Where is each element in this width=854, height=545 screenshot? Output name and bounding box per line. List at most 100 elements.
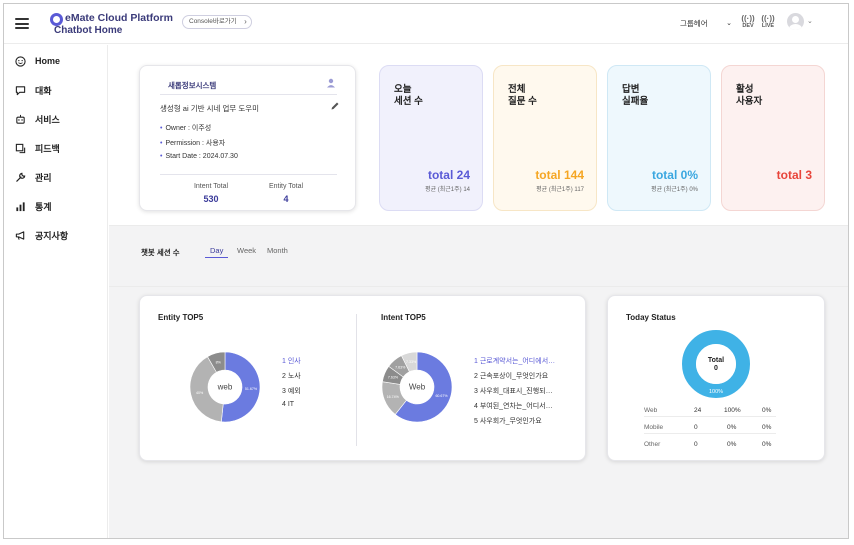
status-row-label: Mobile	[644, 424, 664, 431]
signal-icon: ((·))	[741, 14, 755, 23]
divider	[160, 94, 337, 95]
bot-name: 새롭정보시스템	[168, 81, 217, 90]
kpi-failure-rate[interactable]: 답변 실패율 total 0% 평균 (최근1주) 0%	[607, 65, 711, 211]
today-status-ring: Total 0 100%	[682, 330, 750, 398]
sidebar-item-label: 공지사항	[35, 230, 69, 241]
status-row-value: 0%	[762, 407, 772, 414]
intent-total-label: Intent Total	[193, 183, 229, 190]
status-row-other: Other 0 0% 0%	[644, 438, 776, 451]
status-row-mobile: Mobile 0 0% 0%	[644, 421, 776, 434]
signal-icon: ((·))	[761, 14, 775, 23]
entity-legend-item[interactable]: 1 인사	[282, 356, 301, 366]
entity-top5-title: Entity TOP5	[158, 313, 204, 322]
main-content: 새롭정보시스템 생성형 ai 기반 시네 업무 도우미 Owner : 이주성 …	[109, 45, 848, 538]
kpi-today-sessions[interactable]: 오늘 세션 수 total 24 평균 (최근1주) 14	[379, 65, 483, 211]
chevron-right-icon: ›	[244, 17, 247, 26]
sidebar-item-label: Home	[35, 56, 61, 66]
group-select[interactable]: 그룹헤어 ⌄	[680, 16, 732, 32]
dev-env-icon[interactable]: ((·)) DEV	[740, 14, 756, 34]
kpi-active-users[interactable]: 활성 사용자 total 3	[721, 65, 825, 211]
status-row-value: 0	[694, 424, 698, 431]
menu-icon[interactable]	[15, 18, 29, 29]
kpi-total: total 0%	[651, 168, 698, 182]
live-env-icon[interactable]: ((·)) LIVE	[760, 14, 776, 34]
status-row-label: Other	[644, 441, 661, 448]
intent-legend-item[interactable]: 3 사우회_대표시_진행되…	[474, 386, 553, 396]
brand-subtitle: Chatbot Home	[54, 25, 123, 36]
console-link-button[interactable]: Console바로가기 ›	[182, 15, 252, 29]
intent-legend-item[interactable]: 1 근로계약서는_어디에서…	[474, 356, 555, 366]
session-title: 챗봇 세션 수	[141, 248, 180, 257]
smile-icon	[14, 55, 26, 67]
user-icon[interactable]	[326, 78, 336, 88]
sidebar-item-label: 통계	[35, 201, 52, 212]
megaphone-icon	[14, 229, 26, 241]
kpi-title: 답변 실패율	[622, 84, 649, 107]
intent-legend-item[interactable]: 2 근속포상이_무엇인가요	[474, 371, 548, 381]
tab-week[interactable]: Week	[237, 246, 256, 257]
entity-total-value: 4	[283, 194, 289, 204]
sidebar-item-conversation[interactable]: 대화	[14, 82, 52, 98]
sidebar-item-service[interactable]: 서비스	[14, 111, 60, 127]
sidebar-item-notice[interactable]: 공지사항	[14, 227, 68, 243]
top5-card: Entity TOP5 51.67% 40% 8% web 1 인사 2 노사 3 예…	[139, 295, 586, 461]
kpi-title: 전체 질문 수	[508, 84, 537, 107]
chat-icon	[14, 84, 26, 96]
status-row-value: 0%	[762, 441, 772, 448]
sidebar-item-label: 서비스	[35, 114, 60, 125]
sidebar-item-feedback[interactable]: 피드백	[14, 140, 60, 156]
user-avatar[interactable]	[787, 13, 804, 30]
bot-info-card: 새롭정보시스템 생성형 ai 기반 시네 업무 도우미 Owner : 이주성 …	[139, 65, 356, 211]
intent-donut-chart: 60.67%16.74%7.63%7.63%7.33%Web	[381, 351, 453, 423]
entity-legend-item[interactable]: 4 IT	[282, 401, 294, 408]
kpi-total-questions[interactable]: 전체 질문 수 total 144 평균 (최근1주) 117	[493, 65, 597, 211]
kpi-total: total 144	[535, 168, 584, 182]
status-row-value: 0%	[762, 424, 772, 431]
status-row-value: 0	[694, 441, 698, 448]
today-status-title: Today Status	[626, 313, 676, 322]
wrench-icon	[14, 171, 26, 183]
kpi-average: 평균 (최근1주) 0%	[651, 187, 698, 193]
group-select-value: 그룹헤어	[680, 19, 708, 28]
chevron-down-icon[interactable]: ⌄	[807, 17, 813, 25]
tab-month[interactable]: Month	[267, 246, 288, 257]
status-row-web: Web 24 100% 0%	[644, 404, 776, 417]
status-row-value: 0%	[727, 441, 737, 448]
sidebar-item-stats[interactable]: 통계	[14, 198, 52, 214]
robot-icon	[14, 113, 26, 125]
sidebar-item-home[interactable]: Home	[14, 53, 60, 69]
entity-total-label: Entity Total	[268, 183, 304, 190]
intent-donut-slice-label: 60.67%	[435, 394, 448, 398]
sidebar-item-manage[interactable]: 관리	[14, 169, 52, 185]
kpi-title: 활성 사용자	[736, 84, 763, 107]
app-window: eMate Cloud Platform Chatbot Home Consol…	[3, 3, 849, 539]
lower-section: Entity TOP5 51.67% 40% 8% web 1 인사 2 노사 3 예…	[109, 287, 848, 538]
status-center-label: Total	[708, 357, 724, 364]
status-center-value: 0	[714, 365, 718, 372]
status-row-value: 100%	[724, 407, 741, 414]
sidebar: Home 대화 서비스 피드백 관리 통계 공지사항	[4, 45, 108, 538]
status-row-value: 0%	[727, 424, 737, 431]
status-ring-label: 100%	[709, 389, 723, 395]
intent-legend-item[interactable]: 5 사우회가_무엇인가요	[474, 416, 542, 426]
kpi-total: total 3	[776, 168, 812, 182]
status-ring-hole	[696, 344, 736, 384]
feedback-icon	[14, 142, 26, 154]
session-chart-section: 챗봇 세션 수 Day Week Month	[109, 225, 848, 287]
intent-donut-slice-label: 7.63%	[395, 366, 406, 370]
status-row-value: 24	[694, 407, 702, 414]
tab-day[interactable]: Day	[205, 246, 229, 258]
sidebar-item-label: 피드백	[35, 143, 60, 154]
entity-legend-item[interactable]: 2 노사	[282, 371, 301, 381]
kpi-average: 평균 (최근1주) 14	[425, 187, 470, 193]
entity-legend-item[interactable]: 3 예외	[282, 386, 301, 396]
divider	[356, 314, 357, 446]
pencil-icon[interactable]	[330, 101, 340, 111]
top-header: eMate Cloud Platform Chatbot Home Consol…	[4, 4, 848, 44]
bot-description: 생성형 ai 기반 시네 업무 도우미	[160, 104, 260, 113]
entity-donut-slice-label: 51.67%	[245, 387, 258, 391]
status-row-label: Web	[644, 407, 658, 414]
intent-legend-item[interactable]: 4 부여된_연차는_어디서…	[474, 401, 553, 411]
entity-donut-center-label: web	[217, 383, 233, 392]
entity-donut-slice-label: 8%	[216, 360, 222, 364]
